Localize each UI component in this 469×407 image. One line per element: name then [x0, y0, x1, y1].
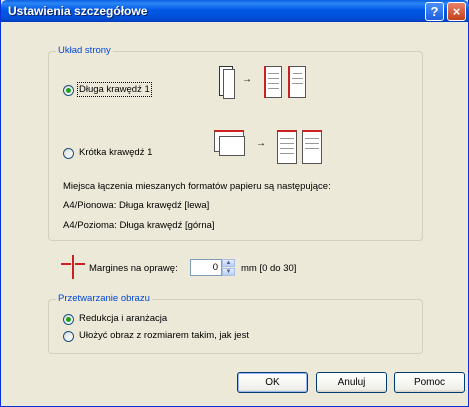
margin-range: mm [0 do 30]: [241, 263, 297, 274]
dialog-window: Ustawienia szczegółowe ? × Układ strony …: [0, 0, 469, 407]
radio-selected-dot-2: [66, 317, 71, 322]
book-stack-icon-back: [223, 69, 235, 99]
mixed-format-heading: Miejsca łączenia mieszanych formatów pap…: [63, 181, 331, 192]
cancel-button[interactable]: Anuluj: [316, 372, 387, 393]
landscape-stack-icon-back: [219, 136, 245, 156]
a4-landscape-info: A4/Pozioma: Długa krawędź [górna]: [63, 220, 215, 231]
radio-selected-dot: [66, 88, 71, 93]
window-title: Ustawienia szczegółowe: [8, 4, 148, 18]
short-edge-radio[interactable]: [63, 148, 74, 159]
margin-icon: [61, 255, 85, 279]
keep-size-label[interactable]: Ułożyć obraz z rozmiarem takim, jak jest: [79, 330, 249, 341]
arrow-icon-2: →: [256, 138, 266, 149]
margin-spinner[interactable]: ▲ ▼: [222, 259, 235, 276]
short-edge-label[interactable]: Krótka krawędź 1: [79, 147, 152, 158]
reduce-arrange-radio[interactable]: [63, 314, 74, 325]
page-portrait-icon-2: [288, 66, 306, 98]
spin-up-icon[interactable]: ▲: [222, 259, 235, 267]
title-bar: Ustawienia szczegółowe ? ×: [1, 0, 469, 22]
page-portrait-icon-4: [302, 130, 322, 164]
spin-down-icon[interactable]: ▼: [222, 268, 235, 276]
margin-input[interactable]: 0: [190, 259, 222, 276]
margin-label: Margines na oprawę:: [89, 263, 178, 274]
a4-portrait-info: A4/Pionowa: Długa krawędź [lewa]: [63, 200, 210, 211]
keep-size-radio[interactable]: [63, 331, 74, 342]
long-edge-label[interactable]: Długa krawędź 1: [77, 82, 152, 97]
arrow-icon: →: [242, 74, 252, 85]
page-portrait-icon: [264, 66, 282, 98]
page-layout-legend: Układ strony: [56, 45, 113, 56]
close-button[interactable]: ×: [447, 2, 466, 21]
image-processing-legend: Przetwarzanie obrazu: [56, 293, 152, 304]
help-button[interactable]: Pomoc: [394, 372, 465, 393]
reduce-arrange-label[interactable]: Redukcja i aranżacja: [79, 313, 167, 324]
ok-button[interactable]: OK: [237, 372, 308, 393]
long-edge-radio[interactable]: [63, 85, 74, 96]
page-layout-group: Układ strony Długa krawędź 1 → Krótka kr…: [48, 45, 423, 241]
page-portrait-icon-3: [277, 130, 297, 164]
help-title-button[interactable]: ?: [425, 2, 444, 21]
image-processing-group: Przetwarzanie obrazu Redukcja i aranżacj…: [48, 293, 423, 354]
